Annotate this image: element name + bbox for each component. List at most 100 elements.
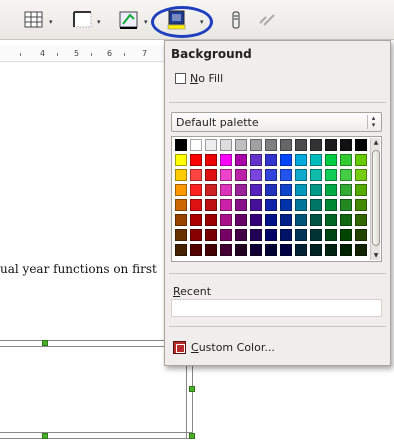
border-style-dropdown-icon[interactable]: ▾ — [144, 18, 148, 26]
color-swatch[interactable] — [265, 184, 277, 196]
color-swatch[interactable] — [280, 154, 292, 166]
color-swatch[interactable] — [340, 229, 352, 241]
color-swatch[interactable] — [175, 214, 187, 226]
color-swatch[interactable] — [280, 229, 292, 241]
color-swatch[interactable] — [190, 199, 202, 211]
custom-color-button[interactable]: Custom Color... — [173, 341, 275, 354]
color-swatch[interactable] — [220, 244, 232, 256]
color-swatch[interactable] — [220, 229, 232, 241]
border-style-icon[interactable] — [118, 9, 140, 31]
color-swatch[interactable] — [220, 184, 232, 196]
color-swatch[interactable] — [355, 244, 367, 256]
color-swatch[interactable] — [310, 169, 322, 181]
scroll-up-icon[interactable]: ▲ — [371, 139, 381, 146]
color-swatch[interactable] — [250, 244, 262, 256]
color-swatch[interactable] — [250, 169, 262, 181]
color-swatch[interactable] — [205, 169, 217, 181]
color-swatch[interactable] — [295, 199, 307, 211]
color-swatch[interactable] — [280, 169, 292, 181]
color-swatch[interactable] — [190, 244, 202, 256]
color-swatch[interactable] — [265, 169, 277, 181]
color-swatch[interactable] — [205, 199, 217, 211]
color-swatch[interactable] — [310, 244, 322, 256]
color-swatch[interactable] — [175, 229, 187, 241]
color-swatch[interactable] — [220, 199, 232, 211]
color-swatch[interactable] — [190, 139, 202, 151]
color-swatch[interactable] — [355, 214, 367, 226]
color-swatch[interactable] — [220, 214, 232, 226]
color-swatch[interactable] — [310, 229, 322, 241]
color-swatch[interactable] — [355, 199, 367, 211]
borders-icon[interactable] — [72, 9, 94, 31]
color-swatch[interactable] — [205, 229, 217, 241]
vertical-align-icon[interactable] — [225, 9, 247, 31]
color-swatch[interactable] — [310, 199, 322, 211]
color-swatch[interactable] — [205, 214, 217, 226]
color-swatch[interactable] — [175, 244, 187, 256]
color-swatch[interactable] — [235, 244, 247, 256]
color-swatch[interactable] — [325, 229, 337, 241]
color-swatch[interactable] — [265, 199, 277, 211]
color-swatch[interactable] — [220, 139, 232, 151]
color-swatch[interactable] — [205, 184, 217, 196]
color-swatch[interactable] — [190, 229, 202, 241]
color-swatch[interactable] — [205, 139, 217, 151]
scroll-down-icon[interactable]: ▼ — [371, 252, 381, 259]
color-swatch[interactable] — [340, 154, 352, 166]
no-fill-checkbox[interactable] — [175, 73, 186, 84]
recent-colors[interactable] — [171, 299, 382, 317]
color-swatch[interactable] — [205, 154, 217, 166]
color-swatch[interactable] — [295, 154, 307, 166]
no-fill-option[interactable]: No Fill — [175, 72, 223, 85]
color-swatch[interactable] — [355, 169, 367, 181]
color-swatch[interactable] — [340, 199, 352, 211]
table-options-icon[interactable] — [256, 9, 278, 31]
color-swatch[interactable] — [310, 154, 322, 166]
color-swatch[interactable] — [235, 184, 247, 196]
color-swatch[interactable] — [280, 199, 292, 211]
color-swatch[interactable] — [310, 184, 322, 196]
spin-arrows-icon[interactable]: ▴ ▾ — [367, 115, 379, 129]
scrollbar-thumb[interactable] — [372, 150, 380, 246]
color-swatch[interactable] — [190, 169, 202, 181]
color-swatch[interactable] — [295, 139, 307, 151]
color-swatch[interactable] — [295, 229, 307, 241]
palette-scrollbar[interactable]: ▲ ▼ — [370, 138, 380, 260]
resize-handle[interactable] — [42, 340, 48, 346]
color-swatch[interactable] — [250, 184, 262, 196]
color-swatch[interactable] — [280, 139, 292, 151]
color-swatch[interactable] — [325, 184, 337, 196]
color-swatch[interactable] — [265, 244, 277, 256]
color-swatch[interactable] — [175, 169, 187, 181]
color-swatch[interactable] — [325, 169, 337, 181]
color-swatch[interactable] — [295, 244, 307, 256]
color-swatch[interactable] — [295, 169, 307, 181]
color-swatch[interactable] — [250, 229, 262, 241]
color-swatch[interactable] — [265, 139, 277, 151]
color-swatch[interactable] — [280, 184, 292, 196]
color-swatch[interactable] — [280, 244, 292, 256]
color-swatch[interactable] — [355, 139, 367, 151]
color-swatch[interactable] — [265, 154, 277, 166]
color-swatch[interactable] — [340, 214, 352, 226]
color-swatch[interactable] — [265, 214, 277, 226]
color-swatch[interactable] — [325, 214, 337, 226]
color-swatch[interactable] — [295, 214, 307, 226]
table-dropdown-icon[interactable]: ▾ — [49, 18, 53, 26]
color-swatch[interactable] — [190, 154, 202, 166]
color-swatch[interactable] — [175, 199, 187, 211]
color-swatch[interactable] — [250, 214, 262, 226]
color-swatch[interactable] — [310, 139, 322, 151]
color-swatch[interactable] — [250, 154, 262, 166]
palette-select[interactable]: Default palette ▴ ▾ — [171, 112, 382, 132]
color-swatch[interactable] — [355, 229, 367, 241]
color-swatch[interactable] — [310, 214, 322, 226]
resize-handle[interactable] — [189, 386, 195, 392]
color-swatch[interactable] — [190, 214, 202, 226]
resize-handle[interactable] — [189, 433, 195, 439]
color-swatch[interactable] — [325, 199, 337, 211]
color-swatch[interactable] — [235, 169, 247, 181]
color-swatch[interactable] — [220, 154, 232, 166]
color-swatch[interactable] — [175, 154, 187, 166]
color-swatch[interactable] — [325, 244, 337, 256]
